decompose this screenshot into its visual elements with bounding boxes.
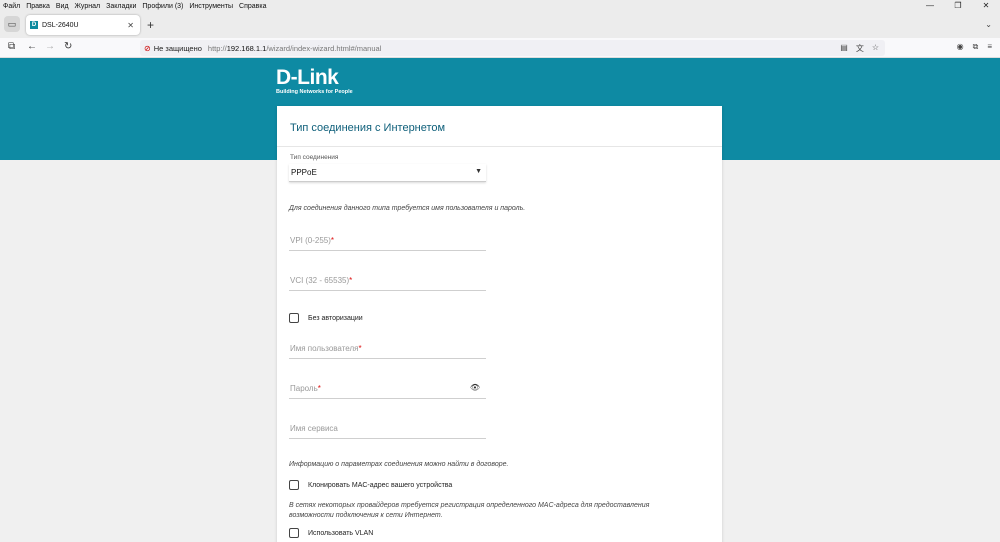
dropdown-arrow-icon: ▼ — [475, 168, 482, 175]
connection-type-value: PPPoE — [291, 168, 317, 177]
insecure-lock-icon[interactable]: ⊘ — [144, 44, 151, 53]
page-actions-icon[interactable]: ⧉ — [8, 41, 15, 52]
username-field[interactable]: Имя пользователя* — [289, 339, 486, 359]
navigation-bar: ⧉ ← → ↻ ⊘ Не защищено http:// 192.168.1.… — [0, 38, 1000, 58]
password-field[interactable]: Пароль* 👁 — [289, 379, 486, 399]
menu-profiles[interactable]: Профили (3) — [142, 3, 183, 10]
dlink-favicon-icon: D — [30, 21, 38, 29]
no-auth-checkbox[interactable] — [289, 313, 299, 323]
vpi-field[interactable]: VPI (0-255)* — [289, 231, 486, 251]
use-vlan-checkbox[interactable] — [289, 528, 299, 538]
clone-mac-checkbox-row[interactable]: Клонировать MAC-адрес вашего устройства — [289, 480, 452, 490]
service-placeholder: Имя сервиса — [290, 424, 338, 433]
translate-icon[interactable]: 文 — [856, 43, 864, 54]
sidebar-toggle-icon[interactable]: ▭ — [4, 16, 20, 32]
back-arrow-icon[interactable]: ← — [27, 41, 37, 52]
account-icon[interactable]: ◉ — [957, 42, 964, 52]
close-window-button[interactable]: ✕ — [972, 0, 1000, 12]
mac-note: В сетях некоторых провайдеров требуется … — [289, 502, 650, 519]
bookmark-star-icon[interactable]: ☆ — [872, 43, 879, 54]
connection-wizard-card: Тип соединения с Интернетом Тип соединен… — [277, 106, 722, 542]
eye-icon[interactable]: 👁 — [470, 383, 480, 392]
password-placeholder: Пароль* — [290, 384, 321, 393]
menu-view[interactable]: Вид — [56, 3, 69, 10]
extensions-icon[interactable]: ⧉ — [973, 42, 979, 52]
forward-arrow-icon[interactable]: → — [45, 41, 55, 52]
menu-bookmarks[interactable]: Закладки — [106, 3, 136, 10]
tab-dsl-2640u[interactable]: D DSL-2640U ✕ — [26, 15, 140, 35]
tab-title: DSL-2640U — [42, 21, 79, 29]
connection-type-label: Тип соединения — [290, 154, 339, 161]
page-title: Тип соединения с Интернетом — [290, 122, 446, 134]
use-vlan-checkbox-row[interactable]: Использовать VLAN — [289, 528, 373, 538]
no-auth-label: Без авторизации — [308, 314, 363, 322]
menu-help[interactable]: Справка — [239, 3, 266, 10]
username-placeholder: Имя пользователя* — [290, 344, 362, 353]
use-vlan-label: Использовать VLAN — [308, 529, 374, 537]
menu-bar: Файл Правка Вид Журнал Закладки Профили … — [0, 0, 1000, 12]
tab-strip: ▭ D DSL-2640U ✕ + ⌄ — [0, 12, 1000, 38]
dlink-logo: D-Link Building Networks for People — [276, 66, 353, 95]
new-tab-button[interactable]: + — [147, 18, 154, 32]
no-auth-checkbox-row[interactable]: Без авторизации — [289, 313, 363, 323]
window-controls: — ❐ ✕ — [916, 0, 1000, 12]
logo-tagline: Building Networks for People — [276, 89, 353, 95]
menu-tools[interactable]: Инструменты — [189, 3, 233, 10]
toolbar-right: ◉ ⧉ ≡ — [948, 42, 992, 52]
reader-view-icon[interactable]: ▤ — [840, 43, 848, 54]
connection-type-select[interactable]: PPPoE ▼ — [289, 164, 486, 182]
clone-mac-label: Клонировать MAC-адрес вашего устройства — [308, 481, 453, 489]
contract-note: Информацию о параметрах соединения можно… — [289, 461, 509, 468]
minimize-button[interactable]: — — [916, 0, 944, 12]
title-divider — [277, 146, 722, 147]
url-scheme: http:// — [207, 43, 227, 53]
menu-edit[interactable]: Правка — [26, 3, 50, 10]
vci-field[interactable]: VCI (32 - 65535)* — [289, 271, 486, 291]
clone-mac-checkbox[interactable] — [289, 480, 299, 490]
menu-hamburger-icon[interactable]: ≡ — [987, 42, 992, 52]
vci-placeholder: VCI (32 - 65535)* — [290, 276, 353, 285]
menu-history[interactable]: Журнал — [75, 3, 101, 10]
maximize-button[interactable]: ❐ — [944, 0, 972, 12]
url-path: /wizard/index-wizard.html#/manual — [266, 43, 382, 53]
reload-icon[interactable]: ↻ — [64, 41, 72, 52]
chevron-down-icon[interactable]: ⌄ — [985, 20, 992, 29]
menu-file[interactable]: Файл — [3, 3, 20, 10]
service-name-field[interactable]: Имя сервиса — [289, 419, 486, 439]
insecure-label: Не защищено — [153, 43, 202, 53]
vpi-placeholder: VPI (0-255)* — [290, 236, 335, 245]
auth-note: Для соединения данного типа требуется им… — [289, 205, 526, 212]
address-bar[interactable]: ⊘ Не защищено http:// 192.168.1.1 /wizar… — [140, 40, 885, 56]
logo-text: D-Link — [276, 66, 339, 89]
close-tab-icon[interactable]: ✕ — [127, 21, 134, 30]
url-host: 192.168.1.1 — [226, 43, 267, 53]
